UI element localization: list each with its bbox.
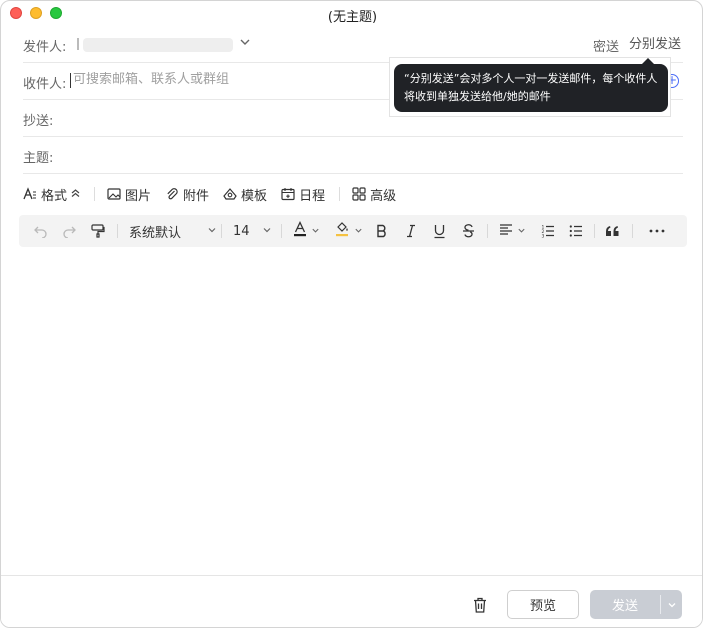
chevron-down-icon bbox=[262, 224, 272, 239]
template-label: 模板 bbox=[241, 188, 268, 204]
preview-button[interactable]: 预览 bbox=[507, 590, 579, 619]
bcc-button[interactable]: 密送 bbox=[593, 36, 619, 55]
separate-send-tooltip: “分别发送”会对多个人一对一发送邮件，每个收件人将收到单独发送给他/她的邮件 bbox=[394, 58, 668, 112]
send-label: 发送 bbox=[611, 599, 638, 614]
schedule-button[interactable]: 日程 bbox=[281, 185, 325, 204]
advanced-label: 高级 bbox=[370, 188, 397, 204]
chevron-down-icon bbox=[207, 224, 217, 239]
to-input[interactable] bbox=[73, 72, 373, 87]
toolbar-divider bbox=[94, 187, 96, 201]
bold-icon[interactable] bbox=[376, 215, 388, 247]
text-color-icon bbox=[293, 220, 307, 241]
schedule-label: 日程 bbox=[299, 188, 326, 204]
grid-icon bbox=[352, 187, 366, 201]
sender-dropdown-chevron-icon[interactable] bbox=[239, 36, 251, 51]
chevron-down-icon bbox=[354, 224, 363, 239]
font-family-select[interactable]: 系统默认 bbox=[129, 215, 217, 247]
strikethrough-icon[interactable] bbox=[462, 215, 475, 247]
toolbar-divider bbox=[487, 224, 488, 238]
compose-window: (无主题) 发件人: 密送 分别发送 收件人: + 抄送: 主题: “分别发送”… bbox=[0, 0, 703, 628]
redo-icon[interactable] bbox=[62, 215, 77, 247]
toolbar-divider bbox=[594, 224, 595, 238]
send-button[interactable]: 发送 bbox=[590, 590, 682, 619]
format-label: 格式 bbox=[41, 188, 68, 204]
font-size-select[interactable]: 14 bbox=[233, 215, 272, 247]
separate-send-button[interactable]: 分别发送 bbox=[623, 26, 687, 58]
text-format-icon bbox=[23, 187, 37, 201]
sender-address-redacted[interactable] bbox=[83, 38, 233, 52]
highlight-color-icon bbox=[335, 221, 350, 241]
subject-label: 主题: bbox=[23, 151, 54, 166]
toolbar-divider bbox=[281, 224, 282, 238]
attachment-button[interactable]: 附件 bbox=[165, 185, 209, 204]
template-button[interactable]: 模板 bbox=[223, 185, 267, 204]
double-chevron-up-icon bbox=[71, 187, 80, 202]
text-cursor bbox=[70, 73, 71, 88]
tooltip-highlight: “分别发送”会对多个人一对一发送邮件，每个收件人将收到单独发送给他/她的邮件 bbox=[389, 57, 671, 117]
insert-image-button[interactable]: 图片 bbox=[107, 185, 151, 204]
cc-label: 抄送: bbox=[23, 114, 54, 129]
quote-icon[interactable] bbox=[605, 215, 620, 247]
advanced-button[interactable]: 高级 bbox=[352, 185, 396, 204]
trash-icon[interactable] bbox=[473, 597, 487, 617]
toolbar-divider bbox=[339, 187, 341, 201]
toolbar-divider bbox=[117, 224, 118, 238]
align-icon bbox=[499, 223, 513, 240]
text-color-button[interactable] bbox=[293, 215, 320, 247]
tooltip-arrow bbox=[642, 58, 654, 64]
italic-icon[interactable] bbox=[405, 215, 417, 247]
highlight-color-button[interactable] bbox=[335, 215, 363, 247]
chevron-down-icon bbox=[517, 224, 526, 239]
bullet-list-icon[interactable] bbox=[569, 215, 583, 247]
undo-icon[interactable] bbox=[33, 215, 48, 247]
subject-row[interactable]: 主题: bbox=[23, 137, 683, 174]
tooltip-text: “分别发送”会对多个人一对一发送邮件，每个收件人将收到单独发送给他/她的邮件 bbox=[404, 72, 658, 103]
paperclip-icon bbox=[165, 187, 179, 201]
sender-address-cursor bbox=[77, 38, 79, 50]
format-painter-icon[interactable] bbox=[91, 215, 105, 247]
toolbar-divider bbox=[632, 224, 633, 238]
align-button[interactable] bbox=[499, 215, 526, 247]
title-bar: (无主题) bbox=[1, 1, 702, 27]
message-body-editor[interactable] bbox=[1, 247, 702, 575]
sender-label: 发件人: bbox=[23, 40, 67, 55]
image-label: 图片 bbox=[125, 188, 152, 204]
attachment-label: 附件 bbox=[183, 188, 210, 204]
send-options-chevron-icon[interactable] bbox=[661, 590, 682, 619]
ordered-list-icon[interactable]: 123 bbox=[541, 215, 555, 247]
font-size-value: 14 bbox=[233, 223, 250, 239]
image-icon bbox=[107, 187, 121, 201]
font-family-value: 系统默认 bbox=[129, 225, 182, 241]
chevron-down-icon bbox=[311, 224, 320, 239]
svg-text:3: 3 bbox=[542, 234, 545, 239]
more-icon[interactable] bbox=[649, 215, 665, 247]
underline-icon[interactable] bbox=[433, 215, 446, 247]
compose-footer: 预览 发送 bbox=[1, 575, 702, 627]
toolbar-divider bbox=[221, 224, 222, 238]
calendar-add-icon bbox=[281, 187, 295, 201]
window-title: (无主题) bbox=[327, 10, 378, 25]
to-label: 收件人: bbox=[23, 77, 67, 92]
formatting-bar: 系统默认 14 1 2 3 bbox=[19, 215, 687, 247]
compose-toolbar: 格式 图片 附件 模板 日程 高级 bbox=[23, 181, 410, 207]
format-toggle-button[interactable]: 格式 bbox=[23, 185, 80, 204]
template-icon bbox=[223, 187, 237, 201]
